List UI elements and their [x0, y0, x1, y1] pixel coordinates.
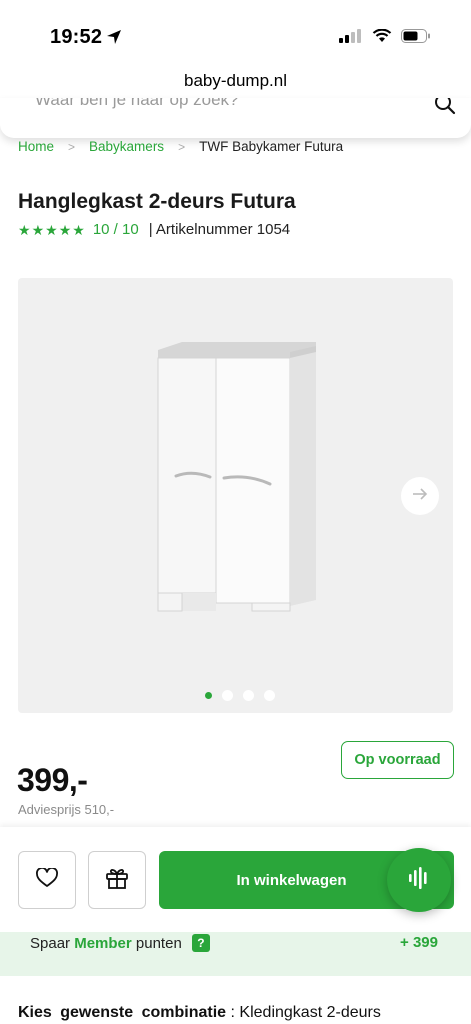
- gallery-dot[interactable]: [263, 690, 275, 701]
- product-price: 399,-: [17, 762, 88, 798]
- heart-icon: [36, 866, 58, 893]
- star-icon: ★: [45, 221, 58, 238]
- breadcrumb-babykamers[interactable]: Babykamers: [89, 139, 164, 154]
- voice-icon: [408, 866, 430, 895]
- chevron-right-icon: >: [68, 139, 76, 154]
- star-icon: ★: [31, 221, 45, 238]
- article-number: | Artikelnummer 1054: [148, 221, 291, 238]
- member-highlight: Member: [74, 935, 132, 952]
- member-prefix: Spaar: [30, 935, 71, 952]
- member-suffix: punten: [135, 935, 182, 952]
- star-icon: ★: [18, 221, 31, 238]
- battery-icon: [401, 29, 431, 48]
- status-time: 19:52: [50, 26, 103, 48]
- product-image: [152, 338, 322, 618]
- combination-separator: :: [230, 1004, 235, 1021]
- page-title: Hanglegkast 2-deurs Futura: [18, 190, 296, 213]
- member-points: + 399: [400, 934, 438, 951]
- gallery-dot[interactable]: [221, 690, 233, 701]
- breadcrumb: Home > Babykamers > TWF Babykamer Futura: [18, 139, 343, 154]
- combination-selector[interactable]: Kies gewenste combinatie : Kledingkast 2…: [18, 1004, 381, 1022]
- star-icon: ★: [72, 221, 85, 238]
- member-text: Spaar Member punten ?: [30, 934, 210, 952]
- breadcrumb-current: TWF Babykamer Futura: [199, 139, 344, 154]
- product-gallery[interactable]: [18, 278, 453, 713]
- status-bar: 19:52: [0, 0, 471, 62]
- combination-value: Kledingkast 2-deurs: [239, 1004, 381, 1021]
- url-text: baby-dump.nl: [183, 71, 287, 90]
- member-points-bar: Spaar Member punten ? + 399: [0, 932, 471, 976]
- breadcrumb-home[interactable]: Home: [18, 139, 54, 154]
- gallery-pagination: [18, 690, 453, 701]
- location-arrow-icon: [106, 29, 122, 50]
- search-icon[interactable]: [434, 98, 456, 120]
- chevron-right-icon: >: [178, 139, 186, 154]
- search-bar: [0, 98, 471, 138]
- gift-icon: [105, 866, 129, 895]
- voice-assistant-button[interactable]: [387, 848, 451, 912]
- gift-button[interactable]: [88, 851, 146, 909]
- star-icon: ★: [58, 221, 72, 238]
- status-icons: [339, 28, 431, 48]
- rating-score[interactable]: 10 / 10: [93, 221, 139, 238]
- wishlist-button[interactable]: [18, 851, 76, 909]
- action-bar: In winkelwagen: [0, 827, 471, 932]
- advice-price: Adviesprijs 510,-: [18, 802, 115, 817]
- rating-stars: ★ ★ ★ ★ ★: [18, 223, 85, 237]
- gallery-dot[interactable]: [242, 690, 254, 701]
- stock-badge: Op voorraad: [341, 741, 454, 779]
- combination-label: Kies gewenste combinatie: [18, 1004, 227, 1021]
- browser-url-bar[interactable]: baby-dump.nl: [0, 62, 471, 100]
- rating-row: ★ ★ ★ ★ ★ 10 / 10 | Artikelnummer 1054: [18, 221, 290, 238]
- gallery-dot[interactable]: [204, 692, 212, 699]
- wifi-icon: [372, 28, 392, 48]
- signal-icon: [339, 29, 363, 48]
- search-input[interactable]: [35, 98, 395, 110]
- arrow-right-icon: [412, 487, 428, 506]
- gallery-next-button[interactable]: [401, 477, 439, 515]
- help-icon[interactable]: ?: [191, 934, 210, 952]
